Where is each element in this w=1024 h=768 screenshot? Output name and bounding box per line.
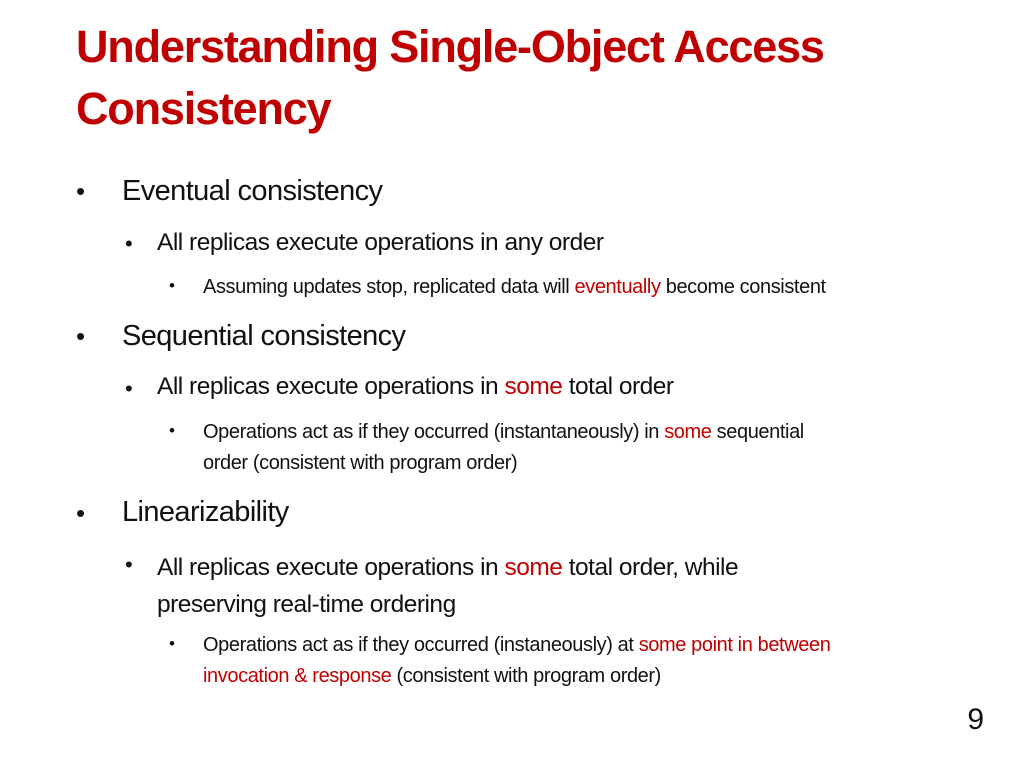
detail-text: Operations act as if they occurred (inst… [203,421,665,443]
detail-sequential: Operations act as if they occurred (inst… [203,417,804,479]
bullet-icon: • [169,276,175,295]
subpoint-text: total order, while [562,554,739,581]
highlight-text: some [504,554,563,581]
detail-linearizability: Operations act as if they occurred (inst… [203,630,831,692]
bullet-icon: • [125,552,133,577]
detail-text: order (consistent with program order) [203,452,518,474]
detail-text: become consistent [660,276,826,298]
title-line-1: Understanding Single-Object Access [76,21,825,72]
highlight-text: some point in between [638,634,831,656]
bullet-icon: • [76,498,86,528]
bullet-icon: • [169,634,175,653]
title-line-2: Consistency [76,83,332,134]
slide-title: Understanding Single-Object Access Consi… [76,16,976,140]
highlight-text: some [504,373,563,400]
detail-eventual: Assuming updates stop, replicated data w… [203,272,826,303]
subpoint-text: total order [562,373,674,400]
subpoint-text: preserving real-time ordering [157,591,456,618]
highlight-text: eventually [574,276,661,298]
bullet-icon: • [125,231,133,256]
subpoint-text: All replicas execute operations in [157,373,505,400]
subpoint-some-total-order: All replicas execute operations in some … [157,373,674,401]
subpoint-any-order: All replicas execute operations in any o… [157,229,604,256]
highlight-text: some [664,421,712,443]
bullet-icon: • [169,421,175,440]
page-number: 9 [967,703,984,736]
bullet-icon: • [76,321,86,351]
bullet-icon: • [125,376,133,401]
detail-text: sequential [711,421,805,443]
detail-text: Assuming updates stop, replicated data w… [203,276,575,298]
heading-linearizability: Linearizability [122,496,289,528]
heading-sequential-consistency: Sequential consistency [122,320,406,352]
subpoint-text: All replicas execute operations in [157,554,505,581]
highlight-text: invocation & response [203,665,392,687]
detail-text: Operations act as if they occurred (inst… [203,634,639,656]
bullet-icon: • [76,176,86,206]
heading-eventual-consistency: Eventual consistency [122,175,383,207]
detail-text: (consistent with program order) [391,665,662,687]
subpoint-real-time-order: All replicas execute operations in some … [157,549,739,623]
